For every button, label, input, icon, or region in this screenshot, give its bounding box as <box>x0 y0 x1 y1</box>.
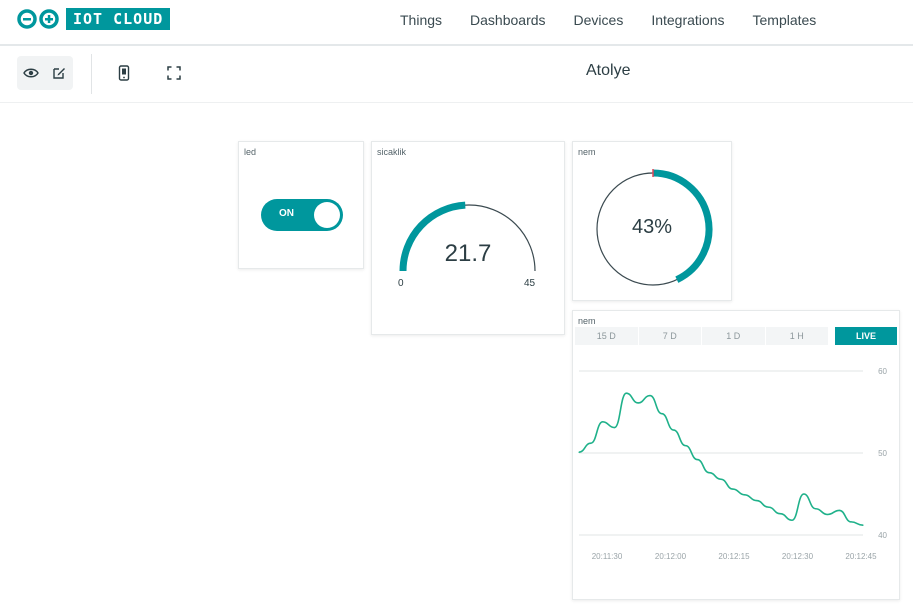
data-point <box>791 519 793 521</box>
brand-title: IOT CLOUD <box>66 8 171 30</box>
data-point <box>826 513 829 516</box>
nav-things[interactable]: Things <box>400 12 442 28</box>
data-point <box>649 395 651 397</box>
percentage-value: 43% <box>631 216 673 238</box>
data-point <box>578 451 580 453</box>
dashboard-title: Atolye <box>586 62 631 79</box>
x-tick-label: 20:11:30 <box>592 552 623 561</box>
nav-integrations[interactable]: Integrations <box>651 12 724 28</box>
range-1d-tab[interactable]: 1 D <box>702 327 765 345</box>
eye-icon[interactable] <box>20 62 42 84</box>
x-tick-label: 20:12:00 <box>655 552 687 561</box>
toolbar-divider <box>91 54 92 94</box>
dashboard-toolbar <box>0 46 913 103</box>
data-point <box>673 429 675 431</box>
gauge-max-label: 45 <box>524 278 536 289</box>
data-point <box>625 392 627 394</box>
range-1h-tab[interactable]: 1 H <box>765 327 828 345</box>
nem-chart-widget: nem 15 D 7 D 1 D 1 H LIVE 60 50 40 20:11:30… <box>572 310 900 600</box>
main-nav: Things Dashboards Devices Integrations T… <box>400 0 844 40</box>
data-point <box>696 458 698 461</box>
data-point <box>732 488 734 490</box>
range-live-button[interactable]: LIVE <box>835 327 897 345</box>
data-point <box>850 521 852 523</box>
series-line <box>578 392 864 526</box>
switch-state-label: ON <box>279 208 294 219</box>
y-tick-label: 40 <box>878 531 887 540</box>
y-tick-label: 60 <box>878 367 887 376</box>
view-edit-toggle <box>17 56 73 90</box>
data-point <box>838 509 840 511</box>
data-point <box>815 508 817 510</box>
infinity-logo-icon <box>16 8 60 30</box>
sicaklik-gauge-widget: sicaklik 21.7 0 45 <box>371 141 565 335</box>
switch-knob <box>314 202 340 228</box>
data-point <box>755 499 758 502</box>
time-range-tabs: 15 D 7 D 1 D 1 H LIVE <box>575 327 897 345</box>
nav-dashboards[interactable]: Dashboards <box>470 12 546 28</box>
y-tick-label: 50 <box>878 449 887 458</box>
fullscreen-icon[interactable] <box>163 62 185 84</box>
gauge-value: 21.7 <box>444 240 492 267</box>
data-point <box>613 426 616 429</box>
nav-templates[interactable]: Templates <box>753 12 817 28</box>
humidity-line-chart: 60 50 40 20:11:30 20:12:00 20:12:15 20:12:30 20… <box>578 367 888 561</box>
mobile-icon[interactable] <box>113 62 135 84</box>
data-point <box>684 445 687 447</box>
x-tick-label: 20:12:30 <box>782 552 814 561</box>
data-point <box>720 478 722 480</box>
range-7d-tab[interactable]: 7 D <box>638 327 701 345</box>
data-point <box>862 524 864 526</box>
data-point <box>661 413 663 415</box>
led-widget: led ON <box>238 141 364 269</box>
top-navigation-bar: IOT CLOUD Things Dashboards Devices Inte… <box>0 0 913 46</box>
data-point <box>708 472 710 474</box>
widget-label: nem <box>578 316 596 326</box>
widget-label: led <box>244 147 257 157</box>
data-point <box>590 442 592 444</box>
led-switch[interactable]: ON <box>261 199 343 231</box>
x-tick-label: 20:12:15 <box>718 552 750 561</box>
range-15d-tab[interactable]: 15 D <box>575 327 638 345</box>
edit-icon[interactable] <box>48 62 70 84</box>
arduino-logo[interactable]: IOT CLOUD <box>16 8 171 30</box>
data-point <box>803 493 805 495</box>
gauge-min-label: 0 <box>398 278 404 289</box>
data-point <box>602 421 604 423</box>
data-point <box>637 402 639 404</box>
data-point <box>779 513 781 515</box>
nav-devices[interactable]: Devices <box>574 12 624 28</box>
x-tick-label: 20:12:45 <box>845 552 877 561</box>
data-point <box>767 506 769 508</box>
nem-percentage-widget: nem 43% <box>572 141 732 301</box>
temperature-gauge <box>399 201 536 272</box>
data-point <box>744 494 746 496</box>
